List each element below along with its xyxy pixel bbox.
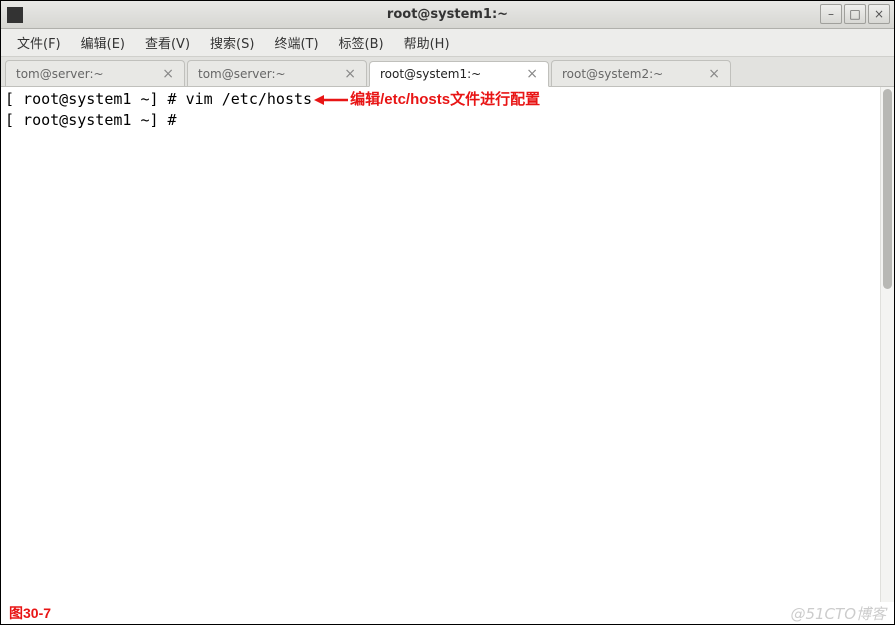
scrollbar-thumb[interactable] [883,89,892,289]
window-title: root@system1:~ [387,7,508,22]
prompt: [ root@system1 ~] # [5,111,186,129]
menu-tabs[interactable]: 标签(B) [329,29,394,56]
tab-close-icon[interactable]: × [344,67,356,81]
terminal-content[interactable]: [ root@system1 ~] # vim /etc/hosts 编辑/etc… [1,87,894,602]
tab-tom-server-2[interactable]: tom@server:~ × [187,60,367,86]
menubar: 文件(F) 编辑(E) 查看(V) 搜索(S) 终端(T) 标签(B) 帮助(H… [1,29,894,57]
menu-view[interactable]: 查看(V) [135,29,200,56]
tab-tom-server-1[interactable]: tom@server:~ × [5,60,185,86]
annotation-text: 编辑/etc/hosts文件进行配置 [350,91,540,108]
vertical-scrollbar[interactable] [880,87,894,602]
tab-label: tom@server:~ [16,67,154,81]
terminal-line: [ root@system1 ~] # [5,110,890,130]
figure-label: 图30-7 [9,603,51,623]
minimize-button[interactable]: – [820,4,842,24]
command: vim /etc/hosts [186,90,312,108]
menu-file[interactable]: 文件(F) [7,29,71,56]
menu-help[interactable]: 帮助(H) [394,29,460,56]
window-icon [7,7,23,23]
tab-root-system1[interactable]: root@system1:~ × [369,61,549,87]
tabbar: tom@server:~ × tom@server:~ × root@syste… [1,57,894,87]
maximize-button[interactable]: □ [844,4,866,24]
menu-edit[interactable]: 编辑(E) [71,29,135,56]
window-titlebar: root@system1:~ – □ × [1,1,894,29]
tab-close-icon[interactable]: × [526,67,538,81]
tab-close-icon[interactable]: × [708,67,720,81]
tab-label: root@system1:~ [380,67,518,81]
watermark: @51CTO博客 [790,603,886,624]
tab-root-system2[interactable]: root@system2:~ × [551,60,731,86]
window-controls: – □ × [820,4,890,24]
prompt: [ root@system1 ~] # [5,90,186,108]
terminal-line: [ root@system1 ~] # vim /etc/hosts 编辑/etc… [5,89,890,110]
footer: 图30-7 @51CTO博客 [1,602,894,624]
tab-label: tom@server:~ [198,67,336,81]
menu-search[interactable]: 搜索(S) [200,29,264,56]
annotation-arrow-icon [314,93,348,107]
tab-label: root@system2:~ [562,67,700,81]
menu-terminal[interactable]: 终端(T) [264,29,328,56]
tab-close-icon[interactable]: × [162,67,174,81]
close-button[interactable]: × [868,4,890,24]
